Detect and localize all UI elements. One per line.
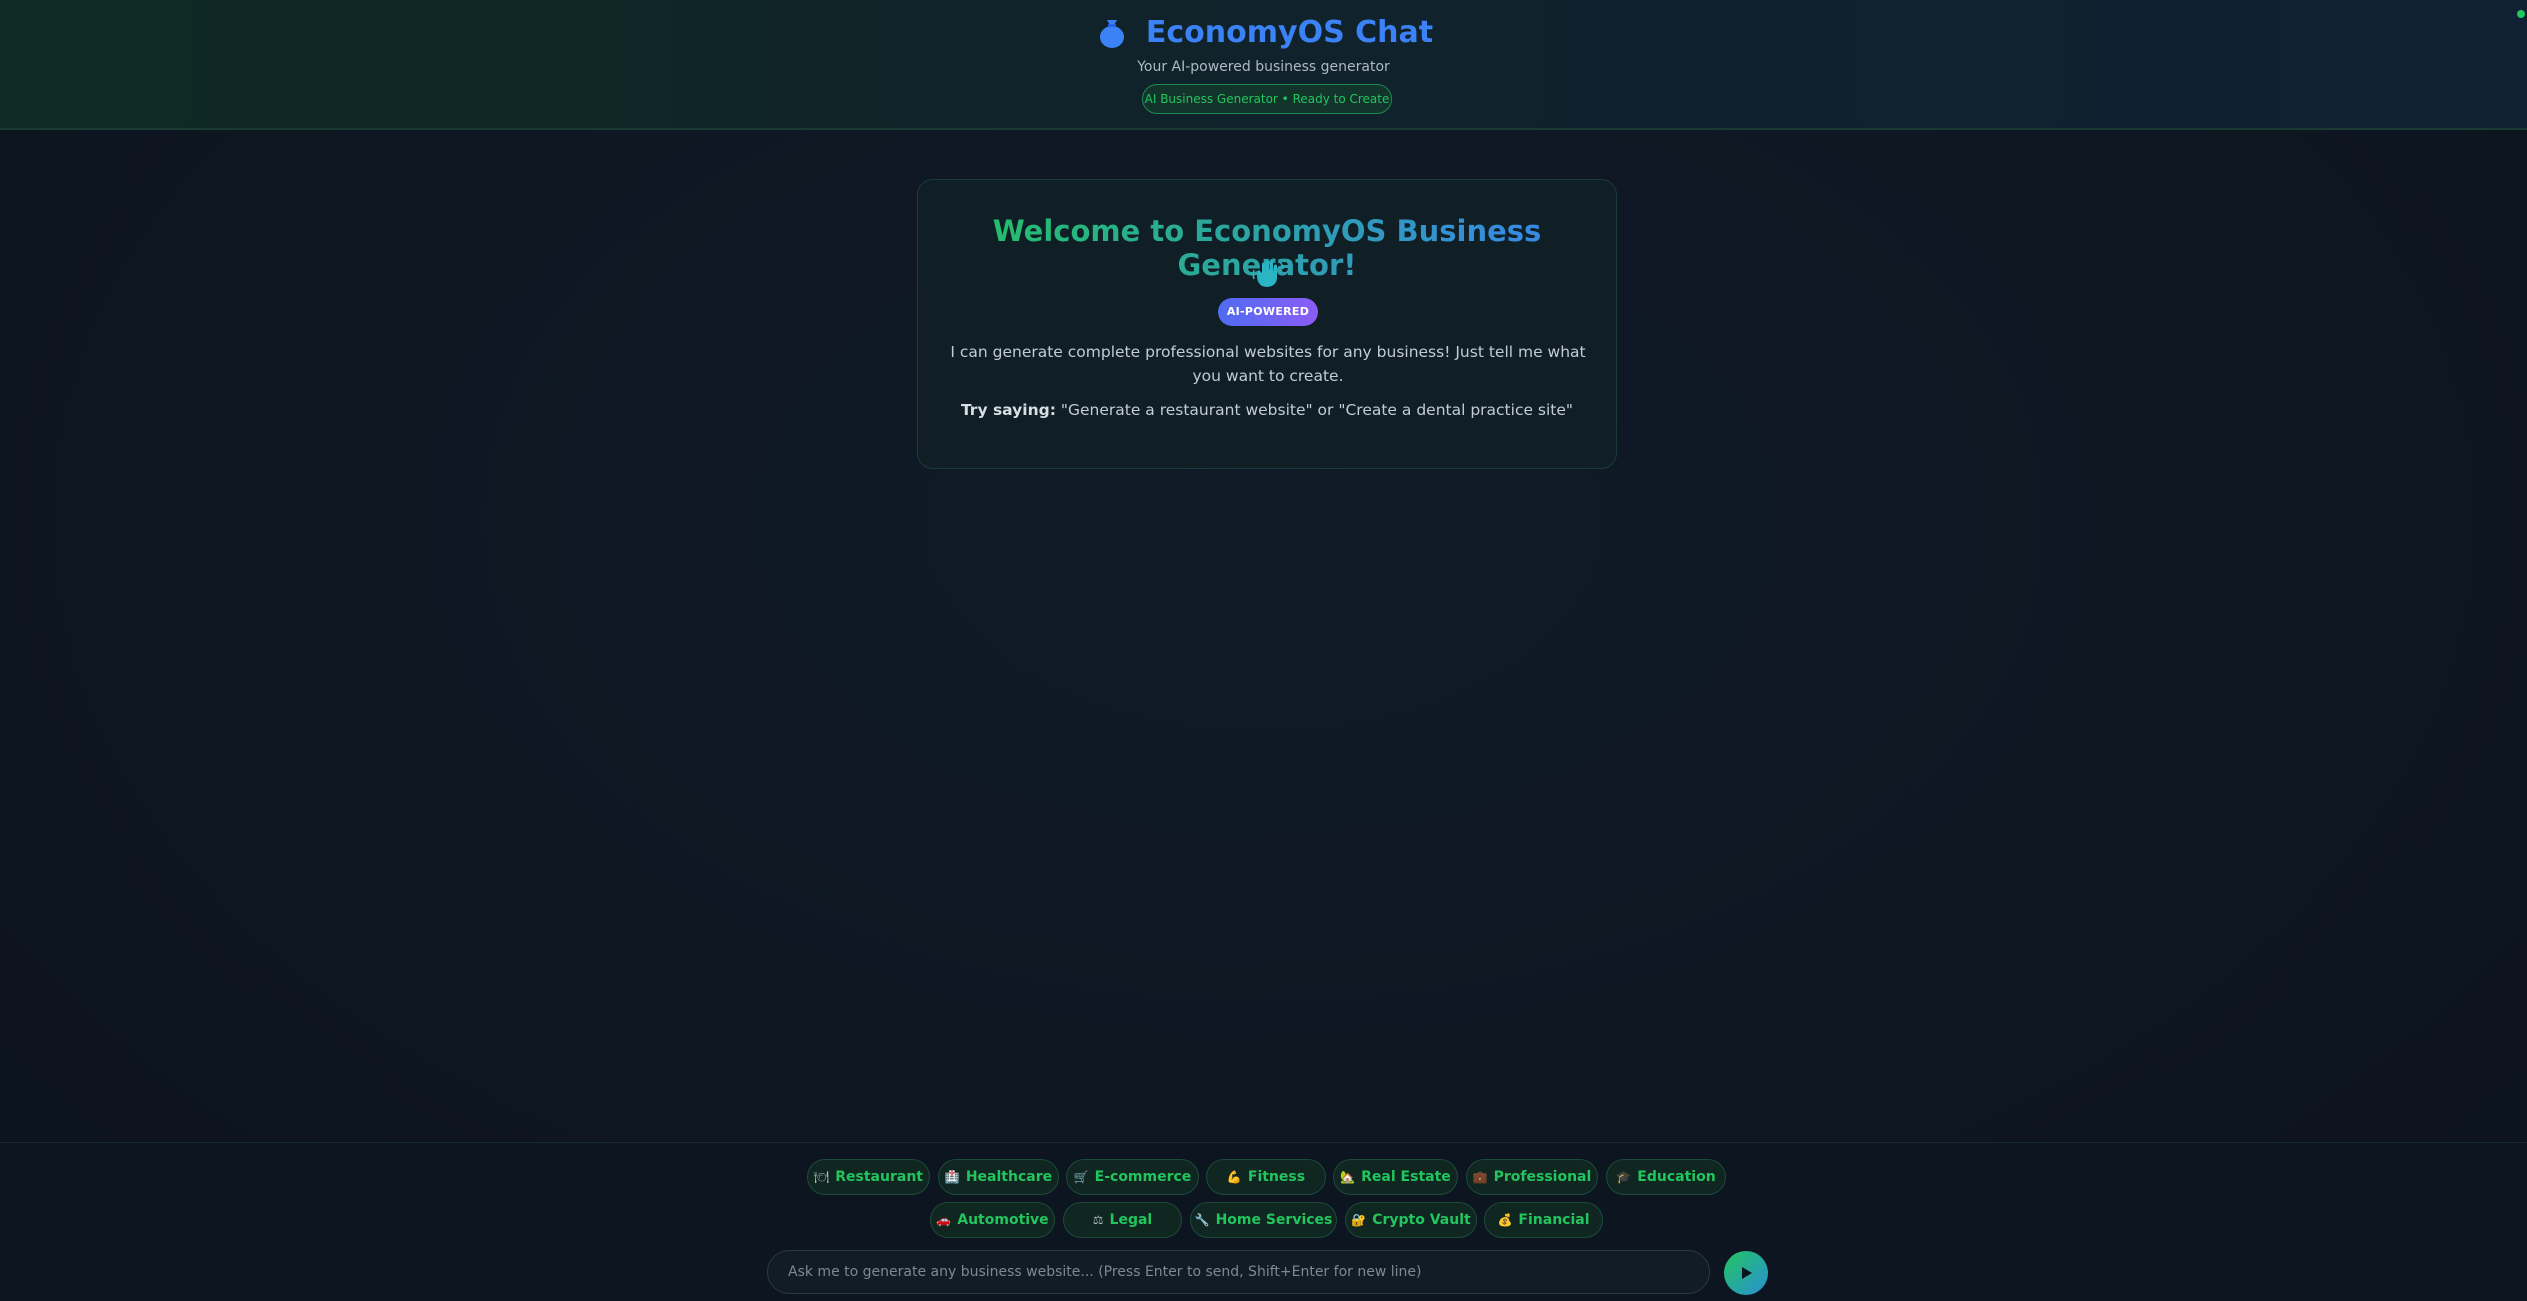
chip-label: Professional <box>1493 1169 1592 1185</box>
chip-label: Crypto Vault <box>1372 1212 1471 1228</box>
house-icon: 🏡 <box>1340 1170 1356 1184</box>
try-label: Try saying: <box>960 401 1056 419</box>
try-text: "Generate a restaurant website" or "Crea… <box>1055 401 1574 419</box>
money-bag-icon: 💰 <box>1497 1213 1513 1227</box>
hospital-icon: 🏥 <box>944 1170 960 1184</box>
welcome-example: Try saying: "Generate a restaurant websi… <box>918 401 1616 419</box>
chip-label: Restaurant <box>835 1169 923 1185</box>
ai-powered-badge: AI-POWERED <box>1218 298 1318 326</box>
play-send-icon <box>1742 1267 1752 1279</box>
chip-label: Automotive <box>957 1212 1049 1228</box>
chip-label: Financial <box>1518 1212 1590 1228</box>
briefcase-icon: 💼 <box>1472 1170 1488 1184</box>
chip-label: Real Estate <box>1361 1169 1451 1185</box>
muscle-icon: 💪 <box>1226 1170 1242 1184</box>
waving-hand-icon <box>1252 260 1284 287</box>
chip-label: E-commerce <box>1094 1169 1192 1185</box>
chip-legal[interactable]: ⚖ Legal <box>1063 1202 1182 1238</box>
graduation-cap-icon: 🎓 <box>1616 1170 1632 1184</box>
chip-label: Legal <box>1109 1212 1153 1228</box>
chip-restaurant[interactable]: 🍽 Restaurant <box>807 1159 930 1195</box>
online-indicator <box>2517 10 2525 18</box>
cart-icon: 🛒 <box>1073 1170 1089 1184</box>
title-row: EconomyOS Chat <box>0 14 2527 50</box>
car-icon: 🚗 <box>936 1213 952 1227</box>
scales-icon: ⚖ <box>1092 1213 1104 1227</box>
send-button[interactable] <box>1724 1251 1768 1295</box>
money-bag-icon <box>1099 20 1124 48</box>
chip-healthcare[interactable]: 🏥 Healthcare <box>938 1159 1059 1195</box>
chip-crypto-vault[interactable]: 🔐 Crypto Vault <box>1345 1202 1477 1238</box>
chip-education[interactable]: 🎓 Education <box>1606 1159 1726 1195</box>
chip-fitness[interactable]: 💪 Fitness <box>1206 1159 1326 1195</box>
header: EconomyOS Chat Your AI-powered business … <box>0 0 2527 130</box>
chip-label: Education <box>1637 1169 1716 1185</box>
chip-label: Home Services <box>1215 1212 1333 1228</box>
chip-automotive[interactable]: 🚗 Automotive <box>930 1202 1055 1238</box>
status-badge: AI Business Generator • Ready to Create <box>1142 84 1392 114</box>
message-input[interactable] <box>768 1251 1709 1293</box>
chip-professional[interactable]: 💼 Professional <box>1466 1159 1598 1195</box>
chip-label: Healthcare <box>965 1169 1053 1185</box>
welcome-description: I can generate complete professional web… <box>950 343 1586 385</box>
app-subtitle: Your AI-powered business generator <box>1137 59 1390 75</box>
chip-ecommerce[interactable]: 🛒 E-commerce <box>1066 1159 1199 1195</box>
chip-financial[interactable]: 💰 Financial <box>1484 1202 1603 1238</box>
lock-icon: 🔐 <box>1351 1213 1367 1227</box>
welcome-card: Welcome to EconomyOS Business Generator!… <box>917 179 1617 469</box>
fork-knife-icon: 🍽 <box>814 1170 830 1184</box>
wrench-icon: 🔧 <box>1194 1213 1210 1227</box>
chip-home-services[interactable]: 🔧 Home Services <box>1190 1202 1337 1238</box>
chip-real-estate[interactable]: 🏡 Real Estate <box>1333 1159 1458 1195</box>
chip-label: Fitness <box>1247 1169 1306 1185</box>
app-root: EconomyOS Chat Your AI-powered business … <box>0 0 2527 1301</box>
app-title: EconomyOS Chat <box>1145 14 1434 50</box>
message-input-wrapper <box>767 1250 1710 1294</box>
